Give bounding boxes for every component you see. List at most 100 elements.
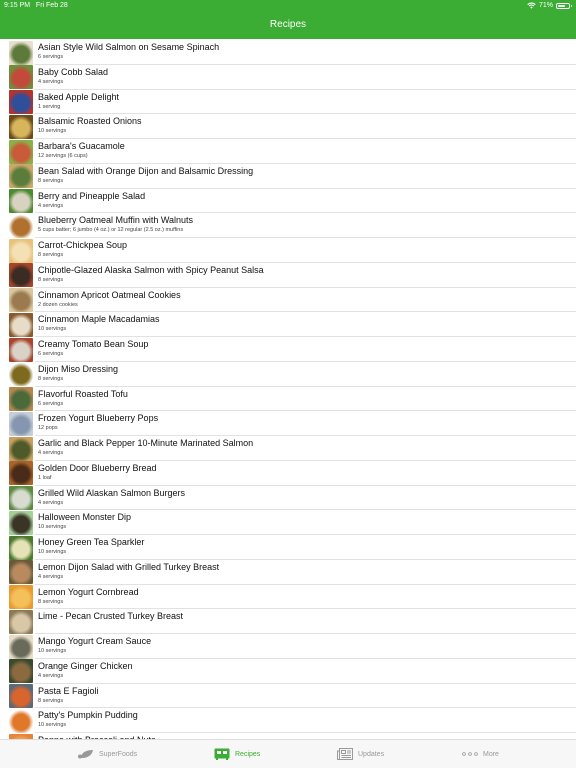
- tab-label: Recipes: [235, 750, 261, 758]
- recipe-servings: 6 servings: [38, 54, 64, 60]
- recipe-row[interactable]: Cinnamon Apricot Oatmeal Cookies 2 dozen …: [0, 288, 576, 313]
- recipe-thumbnail: [9, 486, 33, 510]
- recipe-servings: 10 servings: [38, 524, 67, 531]
- recipe-servings: 1 serving: [38, 103, 61, 110]
- recipe-row[interactable]: Garlic and Black Pepper 10-Minute Marina…: [0, 436, 576, 461]
- recipe-servings: 8 servings: [38, 252, 64, 258]
- recipe-name: Creamy Tomato Bean Soup: [38, 339, 149, 349]
- recipe-name: Bean Salad with Orange Dijon and Balsami…: [38, 165, 254, 176]
- recipe-row[interactable]: Pasta E Fagioli 8 servings: [0, 684, 576, 709]
- recipe-row[interactable]: Barbara's Guacamole 12 servings (6 cups): [0, 139, 576, 164]
- recipe-row[interactable]: Dijon Miso Dressing 8 servings: [0, 362, 576, 387]
- recipe-servings: 1 loaf: [38, 474, 52, 481]
- status-right: 71%: [527, 2, 572, 9]
- recipe-row[interactable]: Blueberry Oatmeal Muffin with Walnuts 5 c…: [0, 213, 576, 238]
- recipe-row[interactable]: Carrot-Chickpea Soup 8 servings: [0, 238, 576, 263]
- recipe-name: Cinnamon Apricot Oatmeal Cookies: [38, 289, 181, 300]
- recipe-row[interactable]: Chipotle-Glazed Alaska Salmon with Spicy…: [0, 263, 576, 288]
- tab-superfoods[interactable]: SuperFoods: [78, 740, 137, 768]
- recipe-thumbnail: [9, 510, 33, 535]
- recipe-row[interactable]: Orange Ginger Chicken 4 servings: [0, 659, 576, 684]
- recipe-name: Baked Apple Delight: [38, 91, 120, 102]
- tab-more[interactable]: More: [462, 740, 499, 768]
- recipe-row[interactable]: Flavorful Roasted Tofu 6 servings: [0, 387, 576, 412]
- wifi-icon: [527, 2, 536, 9]
- recipe-servings: 12 servings (6 cups): [38, 153, 88, 159]
- recipe-thumbnail: [9, 436, 33, 461]
- recipe-servings: 5 cups batter; 6 jumbo (4 oz.) or 12 reg…: [38, 227, 184, 234]
- recipe-row[interactable]: Golden Door Blueberry Bread 1 loaf: [0, 461, 576, 486]
- recipe-thumbnail: [9, 189, 33, 213]
- recipe-thumbnail: [9, 362, 33, 387]
- recipe-name: Lemon Yogurt Cornbread: [38, 586, 139, 597]
- recipe-thumbnail: [9, 659, 33, 684]
- recipe-thumbnail: [9, 288, 33, 312]
- status-date: Fri Feb 28: [35, 2, 68, 9]
- recipe-row[interactable]: Berry and Pineapple Salad 4 servings: [0, 189, 576, 214]
- recipe-thumbnail: [9, 609, 33, 634]
- tab-recipes[interactable]: Recipes: [214, 740, 260, 768]
- recipe-thumbnail: [9, 139, 33, 164]
- recipes-icon: [214, 748, 230, 760]
- recipe-thumbnail: [9, 387, 33, 411]
- recipe-list[interactable]: Asian Style Wild Salmon on Sesame Spinac…: [0, 40, 576, 740]
- recipe-row[interactable]: Grilled Wild Alaskan Salmon Burgers 4 ser…: [0, 486, 576, 511]
- recipe-thumbnail: [9, 708, 33, 733]
- battery-percent: 71%: [538, 2, 553, 9]
- recipe-name: Flavorful Roasted Tofu: [38, 388, 128, 399]
- recipe-name: Grilled Wild Alaskan Salmon Burgers: [38, 487, 186, 498]
- recipe-servings: 10 servings: [38, 128, 67, 135]
- recipe-thumbnail: [9, 560, 33, 585]
- recipe-thumbnail: [9, 684, 33, 708]
- recipe-row[interactable]: Balsamic Roasted Onions 10 servings: [0, 114, 576, 139]
- recipe-row[interactable]: Frozen Yogurt Blueberry Pops 12 pops: [0, 411, 576, 436]
- recipe-row[interactable]: Patty's Pumpkin Pudding 10 servings: [0, 708, 576, 733]
- tab-updates[interactable]: Updates: [337, 740, 384, 768]
- recipe-servings: 4 servings: [38, 450, 64, 456]
- recipe-thumbnail: [9, 164, 33, 189]
- recipe-servings: 8 servings: [38, 598, 64, 605]
- recipe-name: Garlic and Black Pepper 10-Minute Marina…: [38, 438, 254, 448]
- recipe-name: Berry and Pineapple Salad: [38, 190, 146, 201]
- recipe-name: Mango Yogurt Cream Sauce: [38, 636, 152, 646]
- recipe-row[interactable]: Mango Yogurt Cream Sauce 10 servings: [0, 634, 576, 659]
- recipe-row[interactable]: Baby Cobb Salad 4 servings: [0, 65, 576, 90]
- status-time-date: 9:15 PM Fri Feb 28: [4, 2, 68, 9]
- tab-label: More: [483, 750, 499, 758]
- recipe-thumbnail: [9, 411, 33, 436]
- recipe-servings: 8 servings: [38, 177, 64, 184]
- recipe-servings: 4 servings: [38, 573, 64, 580]
- recipe-name: Halloween Monster Dip: [38, 512, 132, 523]
- recipe-servings: 10 servings: [38, 326, 67, 333]
- recipe-row[interactable]: Lemon Dijon Salad with Grilled Turkey Br…: [0, 560, 576, 585]
- recipe-thumbnail: [9, 337, 33, 362]
- recipe-row[interactable]: Bean Salad with Orange Dijon and Balsami…: [0, 164, 576, 189]
- recipe-thumbnail: [9, 65, 33, 90]
- recipe-thumbnail: [9, 585, 33, 609]
- recipe-row[interactable]: Lemon Yogurt Cornbread 8 servings: [0, 585, 576, 610]
- tab-label: Updates: [358, 750, 385, 758]
- recipe-thumbnail: [9, 90, 33, 114]
- battery-icon: [556, 2, 572, 9]
- recipe-row[interactable]: Creamy Tomato Bean Soup 6 servings: [0, 337, 576, 362]
- recipe-row[interactable]: Cinnamon Maple Macadamias 10 servings: [0, 312, 576, 337]
- recipe-name: Asian Style Wild Salmon on Sesame Spinac…: [38, 42, 220, 52]
- recipe-servings: 8 servings: [38, 276, 64, 283]
- battery-fill: [558, 4, 565, 7]
- recipe-thumbnail: [9, 263, 33, 288]
- recipe-name: Baby Cobb Salad: [38, 66, 109, 77]
- recipe-name: Frozen Yogurt Blueberry Pops: [38, 413, 159, 424]
- recipe-servings: 10 servings: [38, 722, 67, 729]
- recipe-thumbnail: [9, 114, 33, 139]
- recipe-row[interactable]: Lime - Pecan Crusted Turkey Breast: [0, 609, 576, 634]
- recipe-row[interactable]: Halloween Monster Dip 10 servings: [0, 510, 576, 535]
- recipe-row[interactable]: Honey Green Tea Sparkler 10 servings: [0, 535, 576, 560]
- tab-bar: SuperFoods Recipes Updates More: [0, 739, 576, 768]
- recipe-name: Lemon Dijon Salad with Grilled Turkey Br…: [38, 561, 220, 572]
- recipe-servings: 6 servings: [38, 351, 64, 357]
- recipe-name: Carrot-Chickpea Soup: [38, 240, 128, 250]
- recipe-row[interactable]: Baked Apple Delight 1 serving: [0, 90, 576, 115]
- navigation-bar: 9:15 PM Fri Feb 28 71% Recipes: [0, 0, 576, 39]
- recipe-servings: 8 servings: [38, 697, 64, 704]
- recipe-row[interactable]: Asian Style Wild Salmon on Sesame Spinac…: [0, 40, 576, 65]
